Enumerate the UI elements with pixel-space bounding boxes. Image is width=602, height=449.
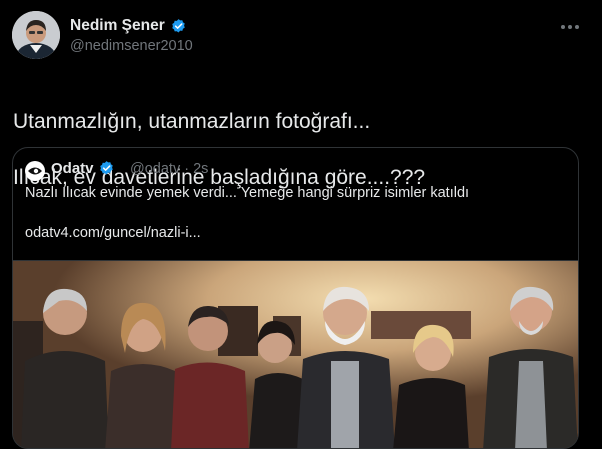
- quote-time[interactable]: · 2s: [184, 161, 208, 177]
- quote-avatar[interactable]: [25, 161, 45, 181]
- quote-meta: @odatv · 2s: [130, 161, 208, 177]
- quoted-tweet-card[interactable]: Odatv @odatv · 2s Nazlı Ilıcak evinde ye…: [12, 147, 579, 449]
- quote-text: Nazlı Ilıcak evinde yemek verdi... Yemeğ…: [25, 185, 470, 201]
- tweet-text-line-1: Utanmazlığın, utanmazların fotoğrafı...: [13, 110, 371, 133]
- author-name[interactable]: Nedim Şener: [70, 17, 187, 35]
- author-name-text[interactable]: Nedim Şener: [70, 17, 165, 35]
- more-options-button[interactable]: [558, 16, 582, 38]
- group-photo-image: [13, 261, 578, 448]
- verified-badge-icon: [170, 18, 187, 35]
- quote-author-name[interactable]: Odatv: [51, 160, 115, 177]
- author-avatar[interactable]: [12, 11, 60, 59]
- author-handle[interactable]: @nedimsener2010: [70, 38, 193, 54]
- quote-link[interactable]: odatv4.com/guncel/nazli-i...: [25, 225, 201, 241]
- odatv-logo-icon: [28, 167, 42, 175]
- quote-photo[interactable]: [13, 260, 578, 448]
- quote-author-name-text[interactable]: Odatv: [51, 160, 94, 177]
- more-options-icon: [561, 25, 579, 29]
- quote-handle[interactable]: @odatv: [130, 161, 180, 177]
- verified-badge-icon: [98, 160, 115, 177]
